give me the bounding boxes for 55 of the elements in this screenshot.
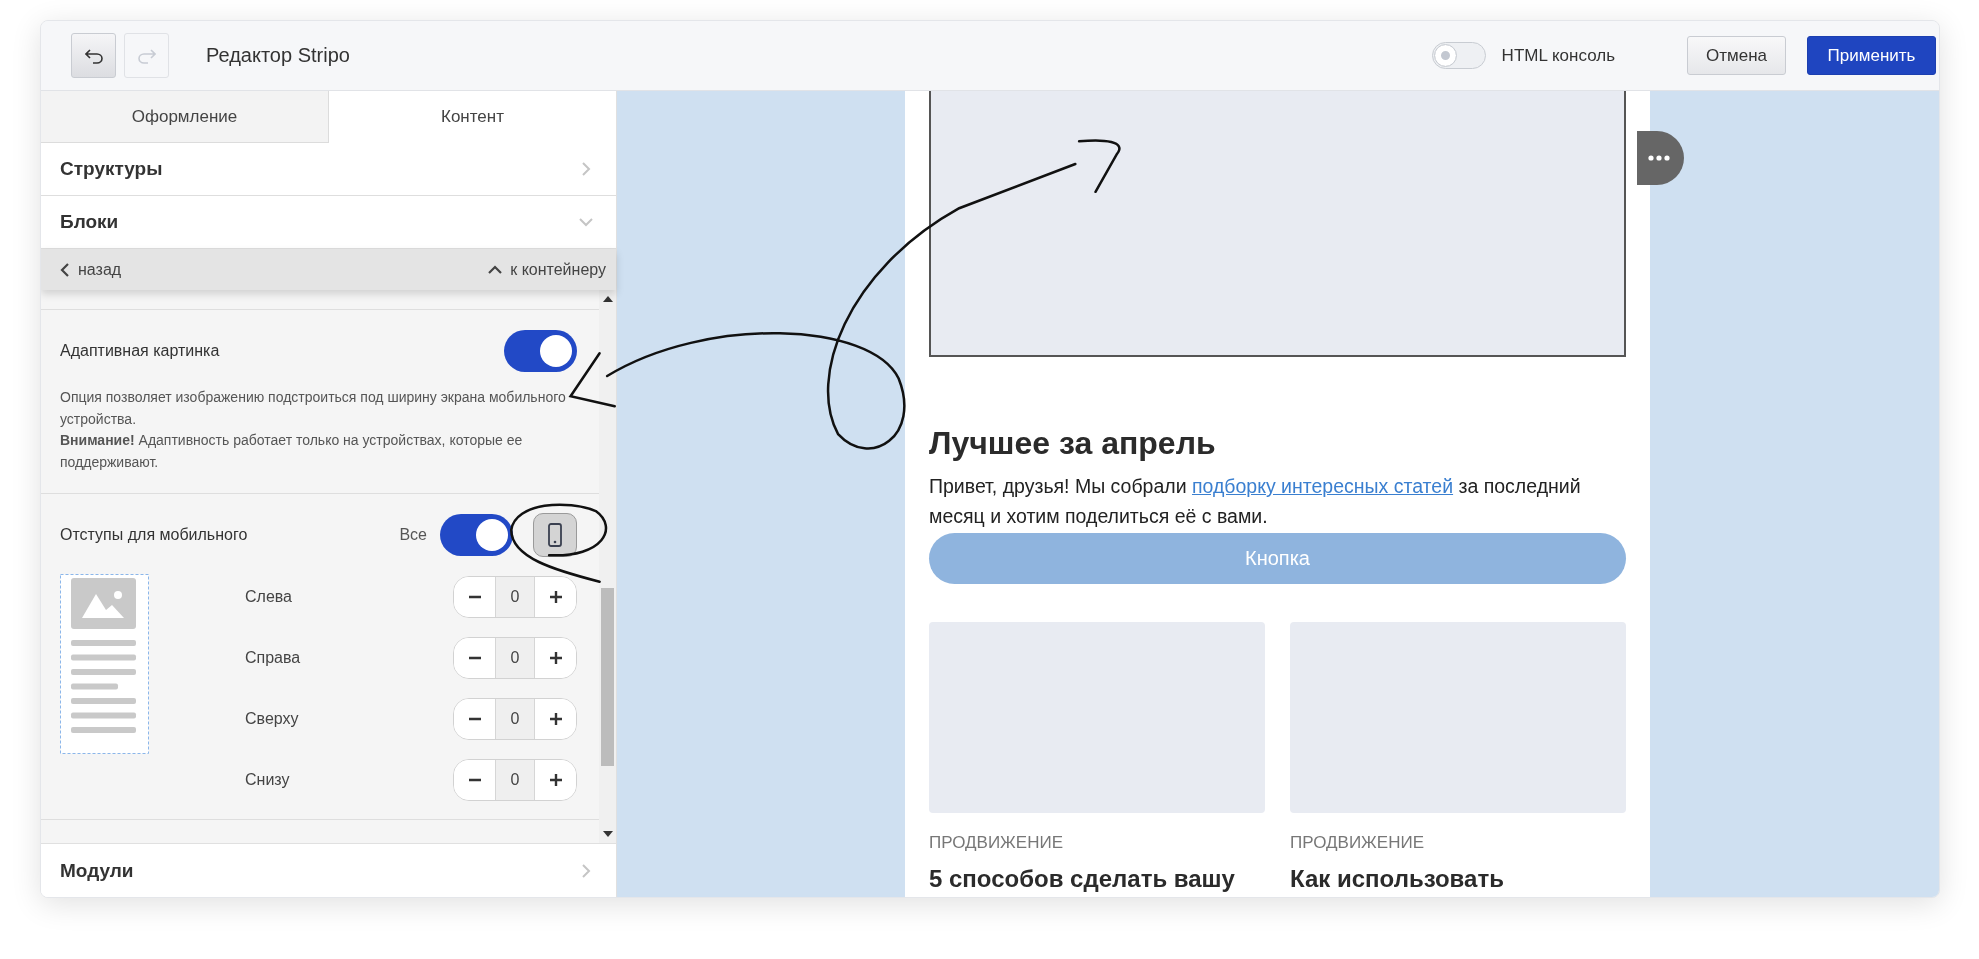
article-title: 5 способов сделать вашу xyxy=(929,865,1236,893)
scrollbar-thumb[interactable] xyxy=(601,588,614,766)
scrollbar[interactable] xyxy=(599,290,616,843)
chevron-up-icon xyxy=(488,264,503,275)
back-link[interactable]: назад xyxy=(60,260,122,279)
article-category: ПРОДВИЖЕНИЕ xyxy=(929,833,1064,853)
all-label: Все xyxy=(399,526,427,544)
padding-value[interactable]: 0 xyxy=(495,638,535,678)
plus-icon xyxy=(548,590,563,604)
description-text: Внимание! Адаптивность работает только на устройствах, которые ее поддерживают. xyxy=(60,431,524,472)
number-stepper[interactable]: 0 xyxy=(453,759,577,801)
articles-link[interactable]: подборку интересных статей xyxy=(1192,475,1454,497)
to-container-link[interactable]: к контейнеру xyxy=(488,260,606,279)
plus-icon xyxy=(548,651,563,665)
apply-button[interactable]: Применить xyxy=(1807,36,1936,75)
intro-paragraph: Привет, друзья! Мы собрали подборку интересных статей за последний месяц и хотим поделиться её с вами. xyxy=(929,474,1582,529)
number-stepper[interactable]: 0 xyxy=(453,698,577,740)
more-button[interactable] xyxy=(1637,131,1684,185)
more-icon xyxy=(1647,155,1670,161)
adaptive-image-toggle[interactable] xyxy=(504,330,577,372)
cancel-button[interactable]: Отмена xyxy=(1687,36,1786,75)
section-title: Модули xyxy=(60,859,134,882)
number-stepper[interactable]: 0 xyxy=(453,576,577,618)
mobile-padding-label: Отступы для мобильного xyxy=(60,526,248,544)
redo-icon xyxy=(137,47,156,64)
editor-title: Редактор Stripo xyxy=(206,44,350,67)
panel-tab[interactable]: Оформление xyxy=(41,91,329,143)
adaptive-image-label: Адаптивная картинка xyxy=(60,342,220,360)
padding-value[interactable]: 0 xyxy=(495,699,535,739)
html-console-toggle[interactable] xyxy=(1431,42,1486,69)
chevron-left-icon xyxy=(60,262,70,277)
plus-icon xyxy=(548,712,563,726)
article-title: Как использовать xyxy=(1290,865,1505,893)
email-heading: Лучшее за апрель xyxy=(929,424,1217,463)
undo-button[interactable] xyxy=(71,33,116,78)
padding-label: Слева xyxy=(245,588,292,606)
padding-label: Снизу xyxy=(245,771,290,789)
section-header[interactable]: Модули xyxy=(41,843,616,897)
article-category: ПРОДВИЖЕНИЕ xyxy=(1290,833,1425,853)
description-text: Опция позволяет изображению подстроиться под ширину экрана мобильного устройства. xyxy=(60,388,567,429)
padding-label: Сверху xyxy=(245,710,299,728)
undo-icon xyxy=(84,47,103,64)
all-sides-toggle[interactable] xyxy=(440,514,513,556)
scroll-up-icon xyxy=(602,296,613,302)
padding-value[interactable]: 0 xyxy=(495,577,535,617)
padding-label: Справа xyxy=(245,649,301,667)
plus-icon xyxy=(548,773,563,787)
section-title: Структуры xyxy=(60,158,163,180)
section-title: Блоки xyxy=(60,211,119,233)
padding-value[interactable]: 0 xyxy=(495,760,535,800)
html-console-label: HTML консоль xyxy=(1501,45,1615,66)
number-stepper[interactable]: 0 xyxy=(453,637,577,679)
scroll-down-icon xyxy=(602,831,613,837)
mobile-device-button[interactable] xyxy=(533,513,577,557)
smartphone-icon xyxy=(548,523,562,547)
